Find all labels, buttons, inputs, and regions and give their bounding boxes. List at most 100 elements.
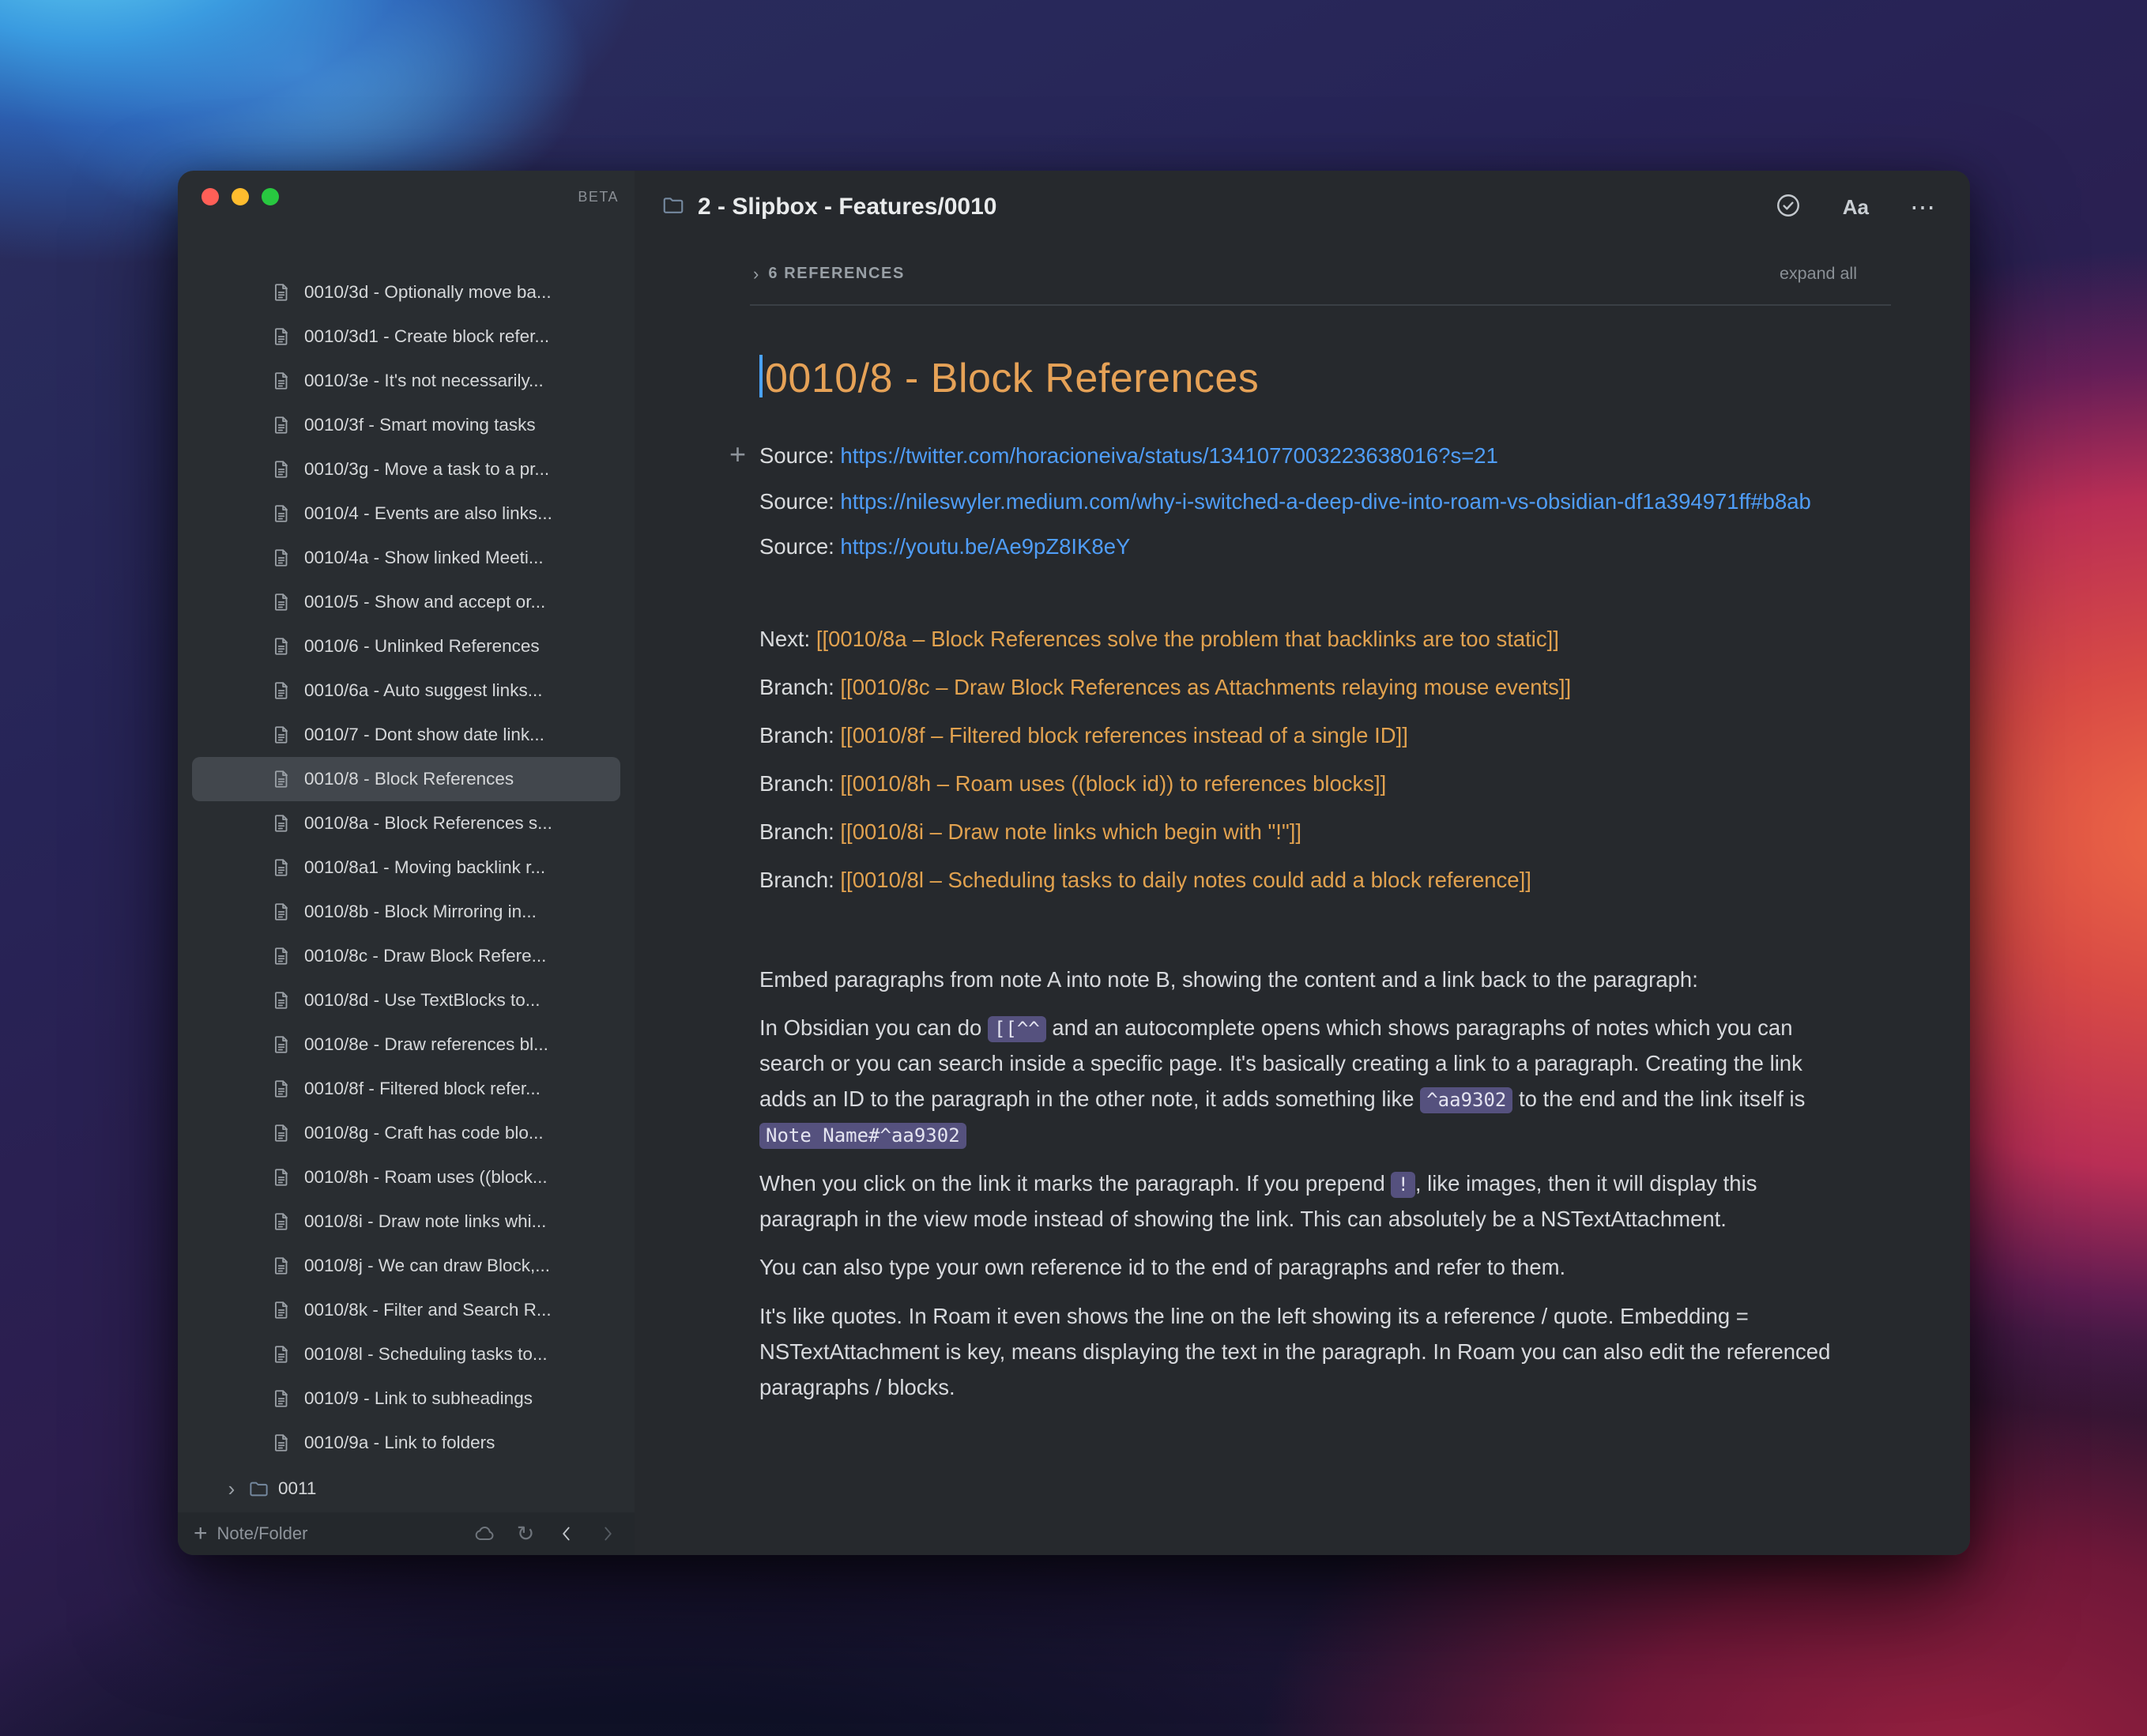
wikilink-line: Branch: [[0010/8l – Scheduling tasks to … — [759, 863, 1851, 898]
sidebar-note-item[interactable]: 0010/8c - Draw Block Refere... — [192, 934, 620, 978]
breadcrumb-title: 2 - Slipbox - Features/0010 — [698, 194, 996, 220]
references-count-label[interactable]: 6 REFERENCES — [768, 265, 905, 283]
sidebar-note-item[interactable]: 0010/6a - Auto suggest links... — [192, 668, 620, 713]
sidebar-note-item[interactable]: 0010/3d1 - Create block refer... — [192, 314, 620, 359]
document-icon — [271, 902, 292, 922]
sidebar-note-item[interactable]: 0010/7 - Dont show date link... — [192, 713, 620, 757]
sidebar-note-item[interactable]: 0010/8b - Block Mirroring in... — [192, 890, 620, 934]
wikilink[interactable]: [[0010/8c – Draw Block References as Att… — [840, 675, 1571, 699]
wikilink[interactable]: [[0010/8h – Roam uses ((block id)) to re… — [840, 771, 1386, 796]
note-item-label: 0010/8g - Craft has code blo... — [304, 1123, 544, 1143]
sources-list: Source: https://twitter.com/horacioneiva… — [759, 439, 1851, 565]
sidebar-folder-item[interactable]: › 0011 — [192, 1467, 620, 1511]
sidebar-note-item[interactable]: 0010/6 - Unlinked References — [192, 624, 620, 668]
add-note-icon[interactable]: + — [194, 1522, 208, 1546]
text-format-button[interactable]: Aa — [1843, 195, 1869, 220]
document-icon — [271, 990, 292, 1011]
source-line: Source: https://youtu.be/Ae9pZ8IK8eY — [759, 529, 1851, 565]
wikilink[interactable]: [[0010/8f – Filtered block references in… — [840, 723, 1407, 747]
wikilink[interactable]: [[0010/8l – Scheduling tasks to daily no… — [840, 868, 1531, 892]
wikilink-line: Branch: [[0010/8h – Roam uses ((block id… — [759, 766, 1851, 801]
main-panel: 2 - Slipbox - Features/0010 Aa ⋯ › 6 REF… — [635, 171, 1970, 1555]
wikilink[interactable]: [[0010/8i – Draw note links which begin … — [840, 819, 1301, 844]
document-icon — [271, 326, 292, 347]
sidebar-note-item[interactable]: 0010/4a - Show linked Meeti... — [192, 536, 620, 580]
minimize-button[interactable] — [232, 188, 249, 205]
expand-all-button[interactable]: expand all — [1780, 264, 1857, 284]
sidebar-note-item[interactable]: 0010/8d - Use TextBlocks to... — [192, 978, 620, 1022]
wikilink-prefix: Branch: — [759, 675, 840, 699]
document-icon — [271, 1211, 292, 1232]
wikilink-line: Next: [[0010/8a – Block References solve… — [759, 622, 1851, 657]
zoom-button[interactable] — [262, 188, 279, 205]
sidebar-note-item[interactable]: 0010/8a1 - Moving backlink r... — [192, 845, 620, 890]
back-button[interactable] — [556, 1523, 578, 1545]
notes-list: 0010/3d - Optionally move ba... 0010/3d1… — [178, 223, 635, 1468]
wikilink-prefix: Branch: — [759, 819, 840, 844]
note-item-label: 0010/3g - Move a task to a pr... — [304, 459, 549, 480]
chevron-right-icon[interactable]: › — [753, 265, 759, 283]
wikilink-line: Branch: [[0010/8f – Filtered block refer… — [759, 718, 1851, 753]
forward-button[interactable] — [597, 1523, 619, 1545]
note-item-label: 0010/6 - Unlinked References — [304, 636, 540, 657]
sidebar-note-item[interactable]: 0010/4 - Events are also links... — [192, 491, 620, 536]
wikilink-prefix: Next: — [759, 627, 816, 651]
note-item-label: 0010/8i - Draw note links whi... — [304, 1211, 546, 1232]
document-icon — [271, 946, 292, 966]
sidebar-note-item[interactable]: 0010/3d - Optionally move ba... — [192, 270, 620, 314]
document-icon — [271, 857, 292, 878]
task-check-icon[interactable] — [1775, 192, 1802, 223]
wikilink[interactable]: [[0010/8a – Block References solve the p… — [816, 627, 1559, 651]
wikilink-prefix: Branch: — [759, 868, 840, 892]
source-link[interactable]: https://twitter.com/horacioneiva/status/… — [840, 443, 1497, 468]
folder-icon — [661, 194, 685, 221]
note-item-label: 0010/3e - It's not necessarily... — [304, 371, 544, 391]
sidebar-note-item[interactable]: 0010/9 - Link to subheadings — [192, 1376, 620, 1421]
source-link[interactable]: https://youtu.be/Ae9pZ8IK8eY — [840, 534, 1130, 559]
sidebar-note-item[interactable]: 0010/8e - Draw references bl... — [192, 1022, 620, 1067]
note-item-label: 0010/8h - Roam uses ((block... — [304, 1167, 548, 1188]
sidebar-note-item[interactable]: 0010/3g - Move a task to a pr... — [192, 447, 620, 491]
note-title[interactable]: 0010/8 - Block References — [759, 355, 1851, 402]
sidebar-note-item[interactable]: 0010/3f - Smart moving tasks — [192, 403, 620, 447]
document-icon — [271, 459, 292, 480]
sidebar-note-item[interactable]: 0010/3e - It's not necessarily... — [192, 359, 620, 403]
sidebar-note-item[interactable]: 0010/5 - Show and accept or... — [192, 580, 620, 624]
sidebar-note-item[interactable]: 0010/8f - Filtered block refer... — [192, 1067, 620, 1111]
body-paragraph: When you click on the link it marks the … — [759, 1166, 1851, 1237]
refresh-icon[interactable]: ↻ — [514, 1523, 537, 1545]
folder-icon — [248, 1478, 269, 1500]
note-item-label: 0010/8d - Use TextBlocks to... — [304, 990, 541, 1011]
note-item-label: 0010/8a1 - Moving backlink r... — [304, 857, 545, 878]
note-item-label: 0010/9 - Link to subheadings — [304, 1388, 533, 1409]
sidebar-note-item[interactable]: 0010/8g - Craft has code blo... — [192, 1111, 620, 1155]
source-label: Source: — [759, 443, 840, 468]
note-item-label: 0010/5 - Show and accept or... — [304, 592, 545, 612]
note-item-label: 0010/8f - Filtered block refer... — [304, 1079, 541, 1099]
document-icon — [271, 371, 292, 391]
wikilink-line: Branch: [[0010/8c – Draw Block Reference… — [759, 670, 1851, 705]
cloud-sync-icon[interactable] — [473, 1523, 495, 1545]
sidebar-note-item[interactable]: 0010/8k - Filter and Search R... — [192, 1288, 620, 1332]
close-button[interactable] — [202, 188, 219, 205]
chevron-right-icon[interactable]: › — [224, 1478, 239, 1499]
text-cursor — [759, 355, 763, 397]
document-icon — [271, 636, 292, 657]
sidebar-note-item[interactable]: 0010/8j - We can draw Block,... — [192, 1244, 620, 1288]
window-controls — [202, 188, 279, 205]
note-item-label: 0010/8a - Block References s... — [304, 813, 552, 834]
add-block-button[interactable]: + — [729, 437, 746, 471]
new-note-folder-button[interactable]: Note/Folder — [217, 1523, 308, 1544]
sidebar-note-item[interactable]: 0010/8 - Block References — [192, 757, 620, 801]
note-item-label: 0010/8b - Block Mirroring in... — [304, 902, 537, 922]
sidebar-note-item[interactable]: 0010/8l - Scheduling tasks to... — [192, 1332, 620, 1376]
sidebar-note-item[interactable]: 0010/8a - Block References s... — [192, 801, 620, 845]
note-item-label: 0010/8l - Scheduling tasks to... — [304, 1344, 548, 1365]
body-text: Embed paragraphs from note A into note B… — [759, 962, 1851, 1406]
source-link[interactable]: https://nileswyler.medium.com/why-i-swit… — [840, 489, 1810, 514]
note-item-label: 0010/3f - Smart moving tasks — [304, 415, 536, 435]
document-icon — [271, 415, 292, 435]
sidebar-note-item[interactable]: 0010/8h - Roam uses ((block... — [192, 1155, 620, 1199]
sidebar-note-item[interactable]: 0010/8i - Draw note links whi... — [192, 1199, 620, 1244]
sidebar-note-item[interactable]: 0010/9a - Link to folders — [192, 1421, 620, 1465]
